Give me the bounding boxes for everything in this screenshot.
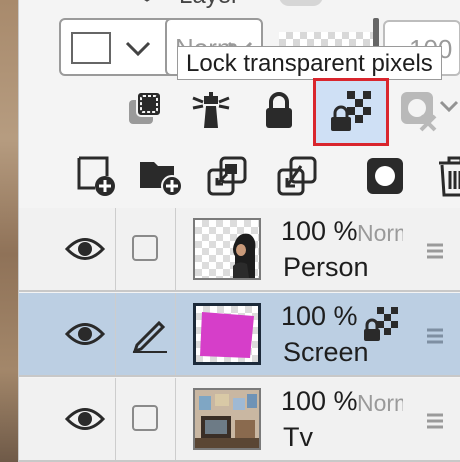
checkbox-icon[interactable] xyxy=(131,234,159,262)
new-folder-button[interactable] xyxy=(131,146,191,206)
layer-opacity: 100 % xyxy=(281,386,358,416)
layer-thumbnail xyxy=(193,303,261,365)
layer-row-screen[interactable]: 100 % Screen xyxy=(19,293,460,377)
merge-down-icon xyxy=(277,156,317,196)
person-thumbnail-image xyxy=(233,233,256,278)
mask-icon xyxy=(401,92,459,132)
lock-icon xyxy=(266,92,292,128)
lock-transparent-icon xyxy=(331,91,371,131)
eye-icon[interactable] xyxy=(65,406,105,432)
panel-title: Layer xyxy=(179,0,239,10)
delete-layer-button[interactable] xyxy=(425,146,460,206)
layer-opacity: 100 % xyxy=(281,216,358,246)
new-folder-icon xyxy=(140,162,183,197)
layer-stack-icon xyxy=(144,0,150,2)
tv-thumbnail-image xyxy=(195,390,259,448)
drag-handle-icon[interactable] xyxy=(425,412,445,430)
trash-icon xyxy=(439,156,460,197)
screen-thumbnail-image xyxy=(200,312,254,358)
clip-to-layer-below-button[interactable] xyxy=(115,80,175,140)
layer-color-swatch xyxy=(71,32,111,64)
transfer-down-icon xyxy=(207,156,247,196)
lock-layer-button[interactable] xyxy=(249,80,309,140)
lock-transparent-pixels-button[interactable] xyxy=(313,78,389,146)
reference-layer-button[interactable] xyxy=(181,80,241,140)
drag-handle-icon[interactable] xyxy=(425,242,445,260)
drag-handle-icon[interactable] xyxy=(425,327,445,345)
clip-icon xyxy=(129,91,162,124)
new-layer-icon xyxy=(77,156,115,196)
layer-blend-mode: Norm xyxy=(357,220,403,246)
pen-editing-icon[interactable] xyxy=(131,317,169,353)
panel-header: Layer xyxy=(19,0,460,10)
layer-thumbnail xyxy=(193,388,261,450)
layer-mask-icon xyxy=(367,158,403,194)
layer-row-tv[interactable]: 100 % Norm Tv xyxy=(19,378,460,462)
new-raster-layer-button[interactable] xyxy=(65,146,125,206)
layer-blend-mode: Norm xyxy=(357,390,403,416)
chevron-down-icon xyxy=(125,41,151,57)
layer-color-dropdown[interactable] xyxy=(59,18,177,76)
checkbox-icon[interactable] xyxy=(131,404,159,432)
combine-with-layer-below-button[interactable] xyxy=(267,146,327,206)
lighthouse-icon xyxy=(192,92,230,128)
panel-tab[interactable] xyxy=(279,0,323,6)
eye-icon[interactable] xyxy=(65,321,105,347)
layer-panel: Layer Norm 100 Lock transparent pixels xyxy=(18,0,460,462)
layer-name: Screen xyxy=(283,337,369,367)
enable-mask-button[interactable] xyxy=(397,80,460,140)
transfer-to-lower-layer-button[interactable] xyxy=(197,146,257,206)
layer-thumbnail xyxy=(193,218,261,280)
create-layer-mask-button[interactable] xyxy=(355,146,415,206)
layer-row-person[interactable]: 100 % Norm Person xyxy=(19,208,460,292)
canvas-background xyxy=(0,0,18,462)
eye-icon[interactable] xyxy=(65,236,105,262)
layer-name: Tv xyxy=(283,422,313,452)
layer-name: Person xyxy=(283,252,369,282)
tooltip: Lock transparent pixels xyxy=(177,46,442,80)
layer-opacity: 100 % xyxy=(281,301,358,331)
